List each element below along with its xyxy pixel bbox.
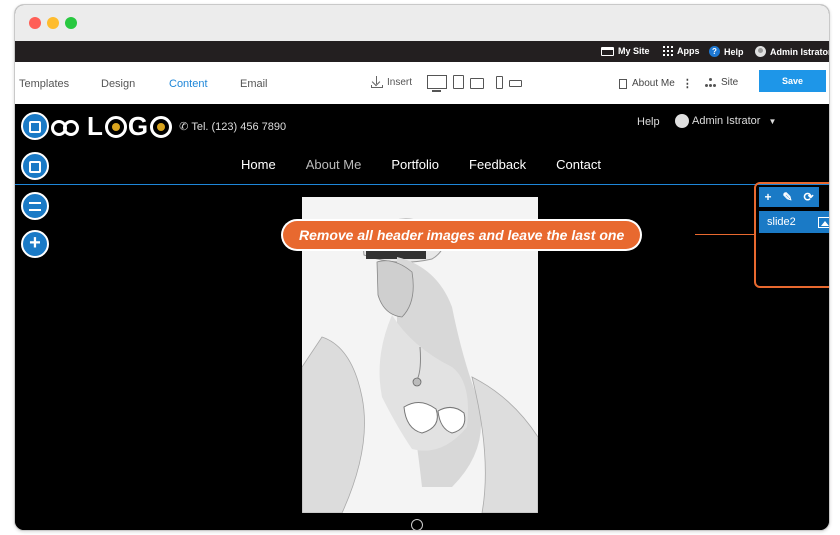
phone-number: ✆ Tel. (123) 456 7890 [179, 120, 287, 134]
main-navigation: Home About Me Portfolio Feedback Contact [241, 157, 631, 172]
edit-block-button[interactable] [21, 152, 49, 180]
browser-window: My Site Apps ? Help Admin Istrator Templ… [14, 4, 830, 531]
tab-email[interactable]: Email [240, 78, 268, 90]
tablet-view-icon[interactable] [453, 75, 464, 89]
user-name: Admin Istrator [770, 46, 830, 57]
slides-panel: + ✎ ⟳ slide2 [759, 187, 829, 233]
save-button[interactable]: Save [759, 70, 826, 92]
nav-contact[interactable]: Contact [556, 157, 601, 172]
insert-button[interactable]: Insert [371, 76, 412, 88]
avatar [675, 114, 689, 128]
tab-design[interactable]: Design [101, 78, 135, 90]
chevron-down-icon: ▼ [768, 116, 777, 126]
admin-bar: My Site Apps ? Help Admin Istrator [15, 41, 829, 62]
site-menu[interactable]: Site [705, 77, 738, 88]
site-preview: LG ✆ Tel. (123) 456 7890 Help Admin Istr… [15, 104, 829, 530]
site-user-menu[interactable]: Admin Istrator ▼ [675, 114, 776, 128]
nav-portfolio[interactable]: Portfolio [391, 157, 439, 172]
slide-item[interactable]: slide2 [759, 211, 829, 233]
user-avatar-icon [755, 46, 766, 57]
edit-text-icon [29, 202, 41, 212]
mobile-landscape-view-icon[interactable] [509, 80, 522, 87]
user-menu[interactable]: Admin Istrator [755, 46, 830, 57]
block-icon [29, 160, 41, 173]
magic-wand-icon[interactable]: ✎ [782, 190, 792, 204]
help-label: Help [724, 46, 744, 57]
instruction-callout: Remove all header images and leave the l… [283, 221, 641, 249]
mobile-view-icon[interactable] [496, 76, 503, 89]
maximize-window-button[interactable] [65, 17, 77, 29]
help-link[interactable]: ? Help [709, 46, 744, 57]
add-block-button[interactable]: + [21, 230, 49, 258]
slide-indicator[interactable] [411, 519, 423, 530]
site-label: Site [721, 77, 739, 88]
nav-about-me[interactable]: About Me [306, 157, 362, 172]
infinity-logo-icon [49, 116, 87, 138]
my-site-label: My Site [618, 46, 650, 56]
editor-toolbar: Templates Design Content Email Insert Ab… [15, 62, 829, 104]
phone-icon: ✆ [179, 121, 189, 133]
close-window-button[interactable] [29, 17, 41, 29]
site-user-name: Admin Istrator [692, 115, 761, 127]
callout-connector [695, 234, 755, 235]
device-preview-group [427, 75, 522, 92]
plus-icon: + [29, 232, 41, 254]
minimize-window-button[interactable] [47, 17, 59, 29]
logo-wordmark: LG [87, 111, 173, 142]
slide-name: slide2 [767, 216, 796, 228]
page-icon [619, 78, 627, 89]
edit-content-button[interactable] [21, 192, 49, 220]
nav-home[interactable]: Home [241, 157, 276, 172]
grid-icon [663, 46, 673, 56]
download-icon [371, 76, 383, 88]
help-icon: ? [709, 46, 720, 57]
image-icon[interactable] [818, 216, 829, 228]
apps-label: Apps [677, 46, 700, 56]
more-options-icon[interactable]: ⋮ [682, 77, 693, 90]
site-help-link[interactable]: Help [637, 116, 660, 128]
tab-content[interactable]: Content [169, 78, 208, 90]
refresh-icon[interactable]: ⟳ [803, 190, 813, 204]
page-label: About Me [632, 78, 675, 89]
slides-panel-toolbar: + ✎ ⟳ [759, 187, 819, 207]
page-selector[interactable]: About Me ⋮ [619, 77, 693, 90]
layout-icon [29, 120, 41, 133]
tablet-landscape-view-icon[interactable] [470, 78, 484, 89]
window-icon [601, 46, 614, 56]
nav-feedback[interactable]: Feedback [469, 157, 526, 172]
header-divider [15, 184, 829, 185]
insert-label: Insert [387, 76, 413, 88]
my-site-link[interactable]: My Site [601, 46, 650, 56]
title-bar [15, 5, 829, 41]
sitemap-icon [705, 78, 717, 87]
edit-layout-button[interactable] [21, 112, 49, 140]
desktop-view-icon[interactable] [427, 75, 447, 92]
apps-link[interactable]: Apps [663, 46, 700, 56]
add-slide-icon[interactable]: + [764, 190, 771, 204]
tab-templates[interactable]: Templates [19, 78, 69, 90]
site-logo[interactable]: LG ✆ Tel. (123) 456 7890 [49, 111, 286, 142]
